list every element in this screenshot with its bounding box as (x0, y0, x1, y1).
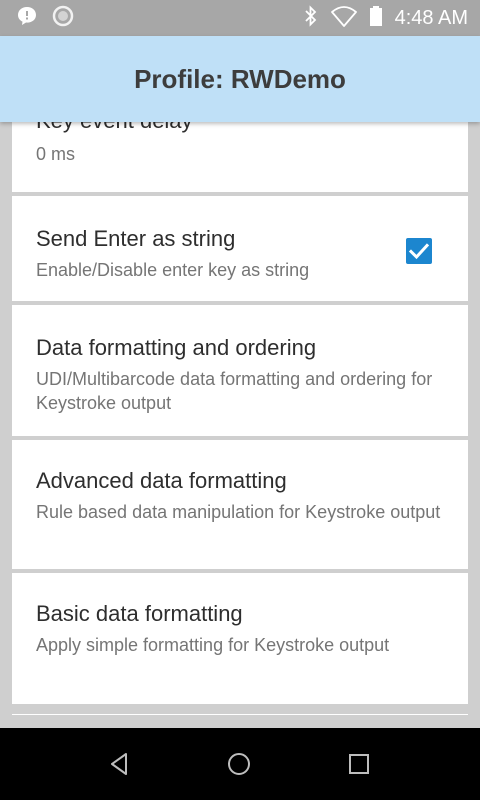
bluetooth-icon (303, 4, 319, 32)
checkmark-icon (408, 243, 430, 260)
setting-send-enter-as-string[interactable]: Send Enter as string Enable/Disable ente… (12, 196, 468, 301)
send-enter-checkbox[interactable] (406, 238, 432, 264)
navigation-bar (0, 728, 480, 800)
battery-icon (369, 5, 383, 32)
status-left-icons (16, 0, 74, 36)
setting-title: Send Enter as string (36, 226, 236, 251)
status-bar: 4:48 AM (0, 0, 480, 36)
wifi-icon (330, 5, 357, 32)
recents-icon[interactable] (343, 748, 375, 780)
status-right-icons: 4:48 AM (303, 0, 468, 36)
settings-list[interactable]: Key event delay 0 ms Send Enter as strin… (0, 122, 480, 728)
setting-data-formatting-ordering[interactable]: Data formatting and ordering UDI/Multiba… (12, 305, 468, 436)
setting-basic-data-formatting[interactable]: Basic data formatting Apply simple forma… (12, 573, 468, 704)
setting-key-event-delay[interactable]: Key event delay 0 ms (12, 122, 468, 192)
page-title: Profile: RWDemo (134, 64, 346, 94)
chat-bubble-icon (16, 5, 38, 32)
setting-title: Advanced data formatting (36, 468, 287, 493)
home-icon[interactable] (223, 748, 255, 780)
back-icon[interactable] (104, 748, 136, 780)
setting-summary: UDI/Multibarcode data formatting and ord… (36, 369, 433, 413)
list-bottom-divider (12, 714, 468, 715)
setting-title: Basic data formatting (36, 601, 243, 626)
setting-summary: 0 ms (36, 144, 76, 164)
setting-title: Key event delay (36, 122, 193, 134)
app-bar: Profile: RWDemo (0, 36, 480, 122)
status-time: 4:48 AM (394, 6, 468, 29)
circle-sync-icon (52, 5, 74, 32)
setting-advanced-data-formatting[interactable]: Advanced data formatting Rule based data… (12, 440, 468, 569)
setting-summary: Enable/Disable enter key as string (36, 260, 310, 280)
setting-summary: Apply simple formatting for Keystroke ou… (36, 635, 390, 655)
setting-summary: Rule based data manipulation for Keystro… (36, 502, 441, 522)
setting-title: Data formatting and ordering (36, 335, 317, 360)
